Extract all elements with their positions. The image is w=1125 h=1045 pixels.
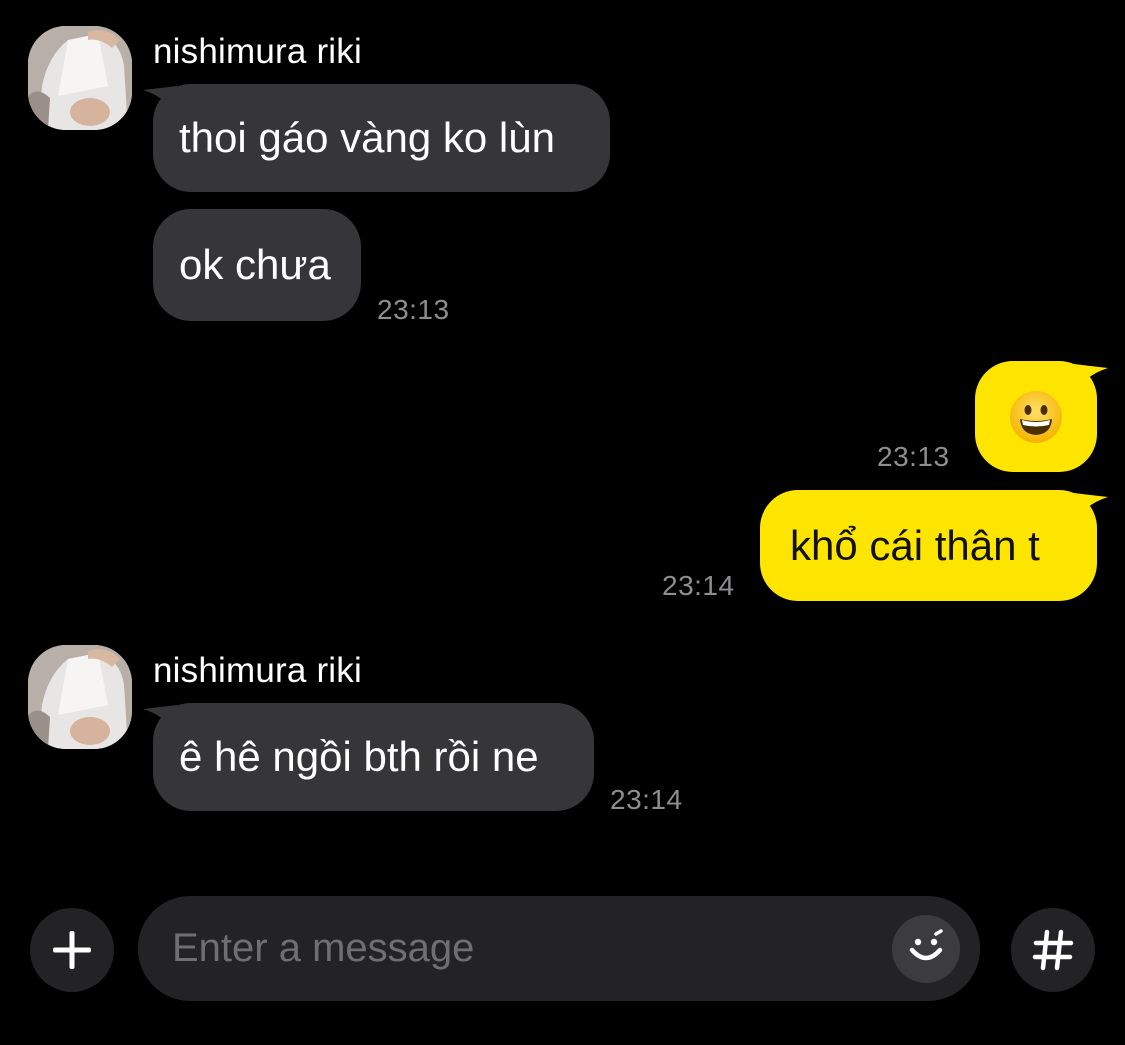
- message-timestamp: 23:13: [377, 294, 450, 325]
- grinning-face-emoji-icon: [1010, 390, 1062, 443]
- bubble-tail: [1074, 364, 1108, 392]
- message-composer: [138, 896, 980, 1001]
- message-text: thoi gáo vàng ko lùn: [179, 114, 555, 161]
- avatar-photo: [28, 645, 132, 749]
- avatar[interactable]: [28, 26, 132, 130]
- message-timestamp: 23:13: [877, 441, 950, 472]
- hash-icon: [1032, 929, 1074, 971]
- message-text: khổ cái thân t: [790, 521, 1040, 569]
- hashtag-search-button[interactable]: [1011, 908, 1095, 992]
- avatar[interactable]: [28, 645, 132, 749]
- message-text: ok chưa: [179, 241, 331, 288]
- incoming-message-bubble[interactable]: thoi gáo vàng ko lùn: [153, 84, 610, 192]
- emoji-button[interactable]: [892, 915, 960, 983]
- bubble-tail: [1074, 493, 1108, 521]
- add-attachment-button[interactable]: [30, 908, 114, 992]
- message-timestamp: 23:14: [610, 784, 683, 815]
- sender-name: nishimura riki: [153, 651, 362, 690]
- avatar-photo: [28, 26, 132, 130]
- message-text: ê hê ngồi bth rồi ne: [179, 733, 539, 780]
- smiley-icon: [909, 929, 943, 961]
- message-input[interactable]: [172, 896, 872, 1001]
- outgoing-message-bubble[interactable]: khổ cái thân t: [760, 490, 1097, 601]
- incoming-message-bubble[interactable]: ok chưa: [153, 209, 361, 321]
- incoming-message-bubble[interactable]: ê hê ngồi bth rồi ne: [153, 703, 594, 811]
- plus-icon: [53, 931, 91, 969]
- sender-name: nishimura riki: [153, 32, 362, 71]
- message-timestamp: 23:14: [662, 570, 735, 601]
